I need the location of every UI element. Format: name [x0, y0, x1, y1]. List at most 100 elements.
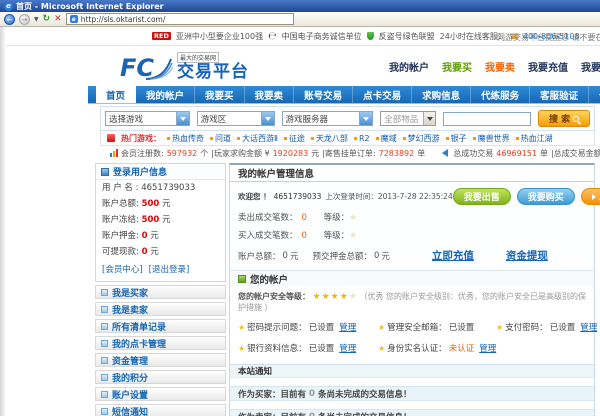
server-select[interactable]: 游戏服务器	[282, 111, 374, 126]
ie-logo-icon: e	[4, 2, 13, 11]
hot-game-link[interactable]: 天龙八部	[311, 133, 348, 144]
refresh-icon[interactable]: ↻	[43, 15, 51, 24]
select-arrow-icon	[423, 112, 435, 125]
tab-powerleveling[interactable]: 代练服务	[471, 86, 530, 103]
link-my-account[interactable]: 我的帐户	[389, 59, 429, 74]
hot-game-link[interactable]: 征途	[284, 133, 305, 144]
chart-icon	[110, 149, 118, 157]
hot-game-link[interactable]: 大话西游Ⅱ	[237, 133, 278, 144]
logout-link[interactable]: [退出登录]	[149, 263, 190, 275]
login-user-box: 登录用户信息 用 户 名 : 4651739033 账户总额: 500 元 账户…	[95, 163, 226, 282]
manage-link[interactable]: 管理	[339, 321, 356, 333]
hot-game-link[interactable]: 问道	[210, 133, 231, 144]
balance-line: 账户总额：0 元 预交押金总额：0 元 立即充值 资金提现	[238, 248, 586, 263]
window-title: 首页 - Microsoft Internet Explorer	[16, 1, 164, 12]
manage-link[interactable]: 管理	[580, 321, 597, 333]
hot-game-link[interactable]: 梦幻西游	[403, 133, 440, 144]
site-stats: 会员注册数:597932个 |玩家求购金额 ¥1920283元 |寄售挂单订单:…	[100, 146, 595, 160]
post-ask-button[interactable]: 发布求购	[581, 188, 600, 205]
hot-games-bar: 热门游戏： 热血传奇 问道 大话西游Ⅱ 征途 天龙八部 R2 魔域 梦幻西游 银…	[100, 131, 595, 146]
account-section-icon	[238, 275, 246, 283]
hot-game-link[interactable]: 魔兽世界	[473, 133, 510, 144]
welcome-username: 4651739033	[274, 192, 322, 201]
hot-game-link[interactable]: 魔域	[376, 133, 397, 144]
site-notice-header: 本站通知	[230, 364, 594, 378]
site-logo[interactable]: FC 最大的交易网 交易平台	[120, 52, 249, 81]
menu-icon	[101, 374, 108, 381]
stop-icon[interactable]: ✕	[54, 15, 62, 24]
buy-button[interactable]: 我要购买	[517, 188, 575, 205]
link-sell[interactable]: 我要卖	[485, 59, 515, 74]
security-stars-icon: ★★★★	[313, 292, 349, 302]
user-box-links: [会员中心] [退出登录]	[96, 260, 225, 281]
tab-sell[interactable]: 我要卖	[245, 86, 295, 103]
badge-antitheft-label: 反盗号绿色联盟	[379, 31, 435, 42]
welcome-block: 欢迎您 ！ 4651739033 上次登录时间： 2013-7-28 22:35…	[230, 182, 594, 270]
username-row: 用 户 名 : 4651739033	[96, 180, 225, 196]
sidebar-item-points[interactable]: 我的积分	[95, 370, 226, 384]
tab-payment[interactable]: 付款方式	[589, 86, 600, 103]
menu-icon	[101, 323, 108, 330]
security-item-safe-email: ★ 管理安全邮箱：已设置	[378, 321, 496, 333]
level-star-icon: ★	[349, 213, 357, 223]
speaker-icon	[442, 149, 448, 157]
sidebar-item-buyer[interactable]: 我是买家	[95, 285, 226, 299]
member-center-link[interactable]: [会员中心]	[102, 263, 143, 275]
menu-icon	[101, 391, 108, 398]
account-links: 我的帐户 我要买 我要卖 我要充值 我要提现 客服中心	[389, 59, 600, 74]
security-item-password-hint: ★ 密码提示问题：已设置 管理	[238, 321, 378, 333]
buyer-notice-row: 作为买家：目前有0条尚未完成的交易信息！	[230, 386, 594, 401]
manage-link[interactable]: 管理	[339, 342, 356, 354]
hot-game-link[interactable]: 热血江湖	[516, 133, 553, 144]
back-icon[interactable]: ←	[4, 14, 15, 25]
forward-icon[interactable]: →	[19, 14, 30, 25]
sell-button[interactable]: 我要出售	[453, 188, 511, 205]
tab-home[interactable]: 首页	[96, 86, 136, 103]
sidebar-item-seller[interactable]: 我是卖家	[95, 302, 226, 316]
search-input[interactable]	[443, 112, 531, 126]
sidebar: 登录用户信息 用 户 名 : 4651739033 账户总额: 500 元 账户…	[95, 163, 226, 416]
menu-icon	[101, 306, 108, 313]
sidebar-item-funds[interactable]: 资金管理	[95, 353, 226, 367]
tab-ask-info[interactable]: 求购信息	[412, 86, 471, 103]
manage-link[interactable]: 管理	[479, 342, 496, 354]
link-recharge[interactable]: 我要充值	[528, 59, 568, 74]
history-dropdown-icon[interactable]: ▼	[34, 16, 39, 23]
recharge-link[interactable]: 立即充值	[432, 248, 474, 263]
tab-buy[interactable]: 我要买	[195, 86, 245, 103]
hot-icon	[107, 134, 115, 142]
tab-service-verify[interactable]: 客服验证	[530, 86, 589, 103]
hot-game-link[interactable]: 银子	[446, 133, 467, 144]
deposit-row: 账户押金: 0 元	[96, 228, 225, 244]
hot-game-link[interactable]: R2	[354, 134, 370, 143]
page-left-edge	[0, 27, 6, 416]
tab-my-account[interactable]: 我的帐户	[136, 86, 195, 103]
page-container: FC 最大的交易网 交易平台 我的帐户 我要买 我要卖 我要充值 我要提现 客服…	[88, 46, 600, 416]
security-item-identity: ★ 身份实名认证：未认证 管理	[378, 342, 496, 354]
sidebar-item-settings[interactable]: 账户设置	[95, 387, 226, 401]
sidebar-item-cards[interactable]: 我的点卡管理	[95, 336, 226, 350]
action-buttons: 我要出售 我要购买 发布求购	[453, 188, 600, 205]
svg-text:FC: FC	[120, 54, 154, 81]
search-button[interactable]: 搜 索	[538, 110, 590, 127]
tab-card-trade[interactable]: 点卡交易	[353, 86, 412, 103]
menu-icon	[101, 408, 108, 415]
sidebar-item-orders[interactable]: 所有清单记录	[95, 319, 226, 333]
zone-select[interactable]: 游戏区	[197, 111, 275, 126]
panel-title: 我的帐户管理信息	[230, 165, 594, 182]
bought-count-row: 买入成交笔数：0 等级：★	[238, 229, 586, 241]
item-type-select[interactable]: 全部物品	[380, 111, 436, 126]
hot-game-link[interactable]: 热血传奇	[167, 133, 204, 144]
account-panel: 我的帐户管理信息 欢迎您 ！ 4651739033 上次登录时间： 2013-7…	[229, 163, 595, 416]
balance-row: 账户总额: 500 元	[96, 196, 225, 212]
game-select[interactable]: 选择游戏	[105, 111, 190, 126]
window-titlebar: e 首页 - Microsoft Internet Explorer	[0, 0, 600, 12]
sidebar-item-sms[interactable]: 短信通知	[95, 404, 226, 416]
tab-account-trade[interactable]: 账号交易	[294, 86, 353, 103]
address-bar[interactable]: e http://sls.oktarist.com/	[66, 13, 294, 25]
link-buy[interactable]: 我要买	[442, 59, 472, 74]
link-withdraw[interactable]: 我要提现	[581, 59, 600, 74]
chevron-down-icon	[359, 112, 372, 125]
star-icon: ★	[378, 344, 385, 353]
withdraw-link[interactable]: 资金提现	[506, 248, 548, 263]
